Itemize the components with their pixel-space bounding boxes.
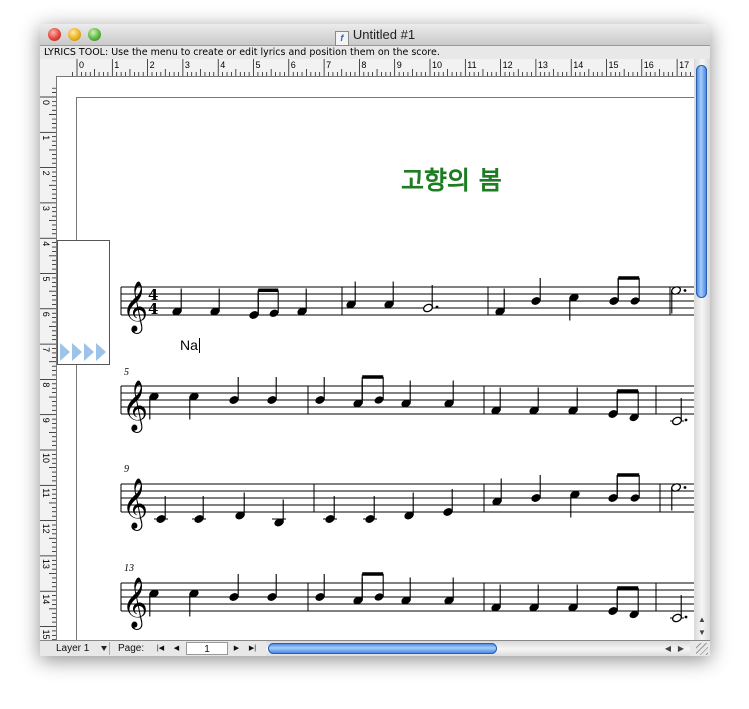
measure-number: 13 — [124, 563, 134, 574]
bottom-bar: Layer 1 Page: |◀ ◀ 1 ▶ ▶| ◀ ▶ — [40, 640, 710, 656]
document-window: f Untitled #1 LYRICS TOOL: Use the menu t… — [40, 24, 710, 656]
dot-icon — [684, 418, 688, 422]
horizontal-scrollbar[interactable]: ◀ ▶ — [266, 641, 690, 656]
measure-number: 5 — [124, 367, 129, 378]
resize-grip-icon[interactable] — [696, 643, 708, 655]
window-title: f Untitled #1 — [40, 27, 710, 46]
ruler-label: 4 — [41, 241, 51, 246]
ruler-label: 14 — [41, 594, 51, 604]
ruler-label: 2 — [150, 60, 155, 70]
title-bar[interactable]: f Untitled #1 — [40, 24, 710, 46]
last-page-icon[interactable]: ▶| — [246, 642, 259, 655]
scroll-right-icon[interactable]: ▶ — [675, 643, 687, 655]
vertical-scrollbar[interactable]: ▲ ▼ — [694, 59, 710, 642]
ruler-label: 10 — [432, 60, 442, 70]
layer-label: Layer 1 — [56, 643, 90, 654]
document-icon: f — [334, 31, 349, 46]
ruler-label: 11 — [41, 488, 51, 497]
ruler-label: 1 — [41, 135, 51, 140]
ruler-label: 5 — [41, 277, 51, 282]
ruler-label: 3 — [185, 60, 190, 70]
first-page-icon[interactable]: |◀ — [154, 642, 167, 655]
ruler-label: 4 — [220, 60, 225, 70]
ruler-label: 9 — [397, 60, 402, 70]
ruler-label: 17 — [679, 60, 689, 70]
treble-clef-icon: 𝄞 — [122, 380, 148, 433]
page-number-field[interactable]: 1 — [186, 642, 228, 655]
ruler-label: 10 — [41, 453, 51, 463]
page-label: Page: — [118, 643, 145, 654]
lyric-entry[interactable]: Na — [180, 337, 200, 353]
dot-icon — [683, 289, 687, 292]
ruler-label: 6 — [41, 312, 51, 317]
ruler-label: 11 — [467, 60, 476, 70]
text-cursor — [198, 338, 200, 353]
ruler-label: 5 — [256, 60, 261, 70]
ruler-label: 1 — [114, 60, 119, 70]
ruler-label: 3 — [41, 206, 51, 211]
dot-icon — [435, 305, 439, 309]
ruler-label: 8 — [41, 382, 51, 387]
ruler-label: 6 — [291, 60, 296, 70]
lyric-text: Na — [180, 337, 198, 353]
ruler-label: 7 — [41, 347, 51, 352]
ruler-label: 13 — [538, 60, 548, 70]
ruler-label: 16 — [644, 60, 654, 70]
time-signature-bottom: 4 — [148, 300, 158, 318]
vertical-scroll-thumb[interactable] — [696, 65, 707, 298]
window-title-text: Untitled #1 — [352, 27, 416, 42]
ruler-label: 8 — [361, 60, 366, 70]
treble-clef-icon: 𝄞 — [122, 281, 148, 334]
tool-status-text: LYRICS TOOL: Use the menu to create or e… — [40, 46, 710, 59]
score-canvas[interactable]: 고향의 봄 𝄞 4 4 𝄞 𝄞 𝄞 5 9 13 Na — [57, 77, 694, 640]
scroll-up-icon[interactable]: ▲ — [696, 614, 708, 626]
horizontal-scroll-thumb[interactable] — [268, 643, 497, 654]
ruler-label: 0 — [79, 60, 84, 70]
scroll-left-icon[interactable]: ◀ — [662, 643, 674, 655]
ruler-label: 2 — [41, 171, 51, 176]
ruler-label: 9 — [41, 418, 51, 423]
horizontal-ruler-ticks: 0 1 2 3 4 5 6 7 8 9 10 11 12 13 14 15 16 17 — [72, 59, 691, 76]
ruler-label: 7 — [326, 60, 331, 70]
next-page-icon[interactable]: ▶ — [230, 642, 243, 655]
chevron-down-icon — [101, 646, 107, 651]
layer-select[interactable]: Layer 1 — [42, 642, 110, 655]
dot-icon — [683, 486, 687, 489]
ruler-label: 12 — [503, 60, 513, 70]
ruler-label: 14 — [573, 60, 583, 70]
treble-clef-icon: 𝄞 — [122, 577, 148, 630]
ruler-label: 12 — [41, 524, 51, 534]
vertical-ruler-ticks: 0123456789101112131415 — [40, 87, 56, 640]
horizontal-ruler: 0 1 2 3 4 5 6 7 8 9 10 11 12 13 14 15 16 17 — [40, 59, 694, 77]
dot-icon — [684, 615, 688, 619]
treble-clef-icon: 𝄞 — [122, 478, 148, 531]
ruler-label: 15 — [609, 60, 619, 70]
vertical-ruler: 0 1 2 3 4 5 6 7 8 9 10 11 12 13 14 15 — [40, 76, 57, 640]
scroll-down-icon[interactable]: ▼ — [696, 627, 708, 639]
prev-page-icon[interactable]: ◀ — [170, 642, 183, 655]
score-staves[interactable]: 𝄞 44𝄞𝄞𝄞 — [57, 77, 694, 640]
ruler-label: 0 — [41, 100, 51, 105]
ruler-label: 13 — [41, 559, 51, 569]
measure-number: 9 — [124, 464, 129, 475]
ruler-label: 15 — [41, 630, 51, 640]
